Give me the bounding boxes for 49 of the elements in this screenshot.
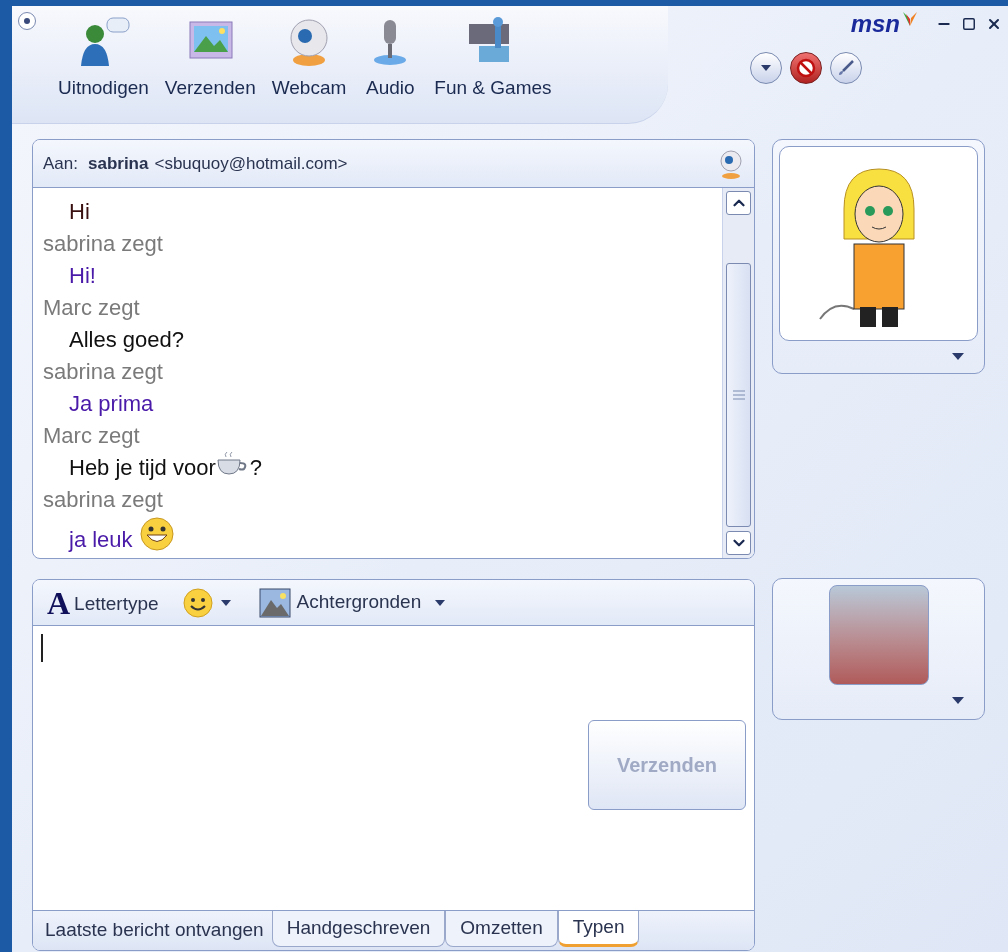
message-text: Ja prima xyxy=(69,390,154,418)
logo-text: msn xyxy=(850,9,900,39)
paintbrush-icon xyxy=(837,59,855,77)
scrollbar[interactable] xyxy=(722,188,754,558)
sender-line: sabrina zegt xyxy=(43,230,164,258)
smiley-icon xyxy=(182,587,213,618)
message-text: Hi xyxy=(69,198,90,226)
dropdown-round-button[interactable] xyxy=(750,52,782,84)
contact-email: <sbuquoy@hotmail.com> xyxy=(154,152,348,175)
sender-line: sabrina zegt xyxy=(43,486,164,514)
tab[interactable]: Handgeschreven xyxy=(271,911,446,947)
paintbrush-round-button[interactable] xyxy=(830,52,862,84)
sender-line: Marc zegt xyxy=(43,422,141,450)
toolbar-button[interactable]: Webcam xyxy=(271,16,347,103)
scroll-down-button[interactable] xyxy=(726,531,751,555)
message-text: ja leuk xyxy=(69,526,134,554)
close-icon[interactable] xyxy=(986,16,1002,32)
menu-icon[interactable] xyxy=(18,12,36,30)
sender-line: Marc zegt xyxy=(43,294,141,322)
font-button[interactable]: A Lettertype xyxy=(47,586,159,619)
toolbar-button[interactable]: Fun & Games xyxy=(434,16,552,103)
to-label: Aan: xyxy=(43,152,78,175)
block-round-button[interactable] xyxy=(790,52,822,84)
grip-icon xyxy=(732,390,745,400)
tab[interactable]: Omzetten xyxy=(445,911,558,947)
toolbar-button[interactable]: Audio xyxy=(362,16,419,103)
backgrounds-button[interactable]: Achtergronden xyxy=(258,587,446,618)
grinning-smiley-icon xyxy=(138,516,175,552)
caret-icon xyxy=(761,65,771,71)
caret-icon[interactable] xyxy=(952,697,964,704)
message-text: Alles goed? xyxy=(69,326,184,354)
sender-line: sabrina zegt xyxy=(43,358,164,386)
message-text: ? xyxy=(249,454,262,482)
caret-icon[interactable] xyxy=(952,353,964,360)
scroll-thumb[interactable] xyxy=(726,263,751,527)
status-text: Laatste bericht ontvangen xyxy=(44,917,265,942)
message-text: Hi! xyxy=(69,262,96,290)
webcam-icon xyxy=(718,148,744,179)
emoticon-button[interactable] xyxy=(182,587,231,618)
caret-icon xyxy=(220,599,231,606)
landscape-picture-icon xyxy=(258,587,291,618)
maximize-icon[interactable] xyxy=(962,17,976,31)
tab[interactable]: Typen xyxy=(557,911,640,947)
message-text: Heb je tijd voor xyxy=(69,454,216,482)
caret-icon xyxy=(435,599,446,606)
toolbar-button[interactable]: Verzenden xyxy=(164,16,256,103)
contact-name: sabrina xyxy=(88,152,149,175)
toolbar-button[interactable]: Uitnodigen xyxy=(58,16,149,103)
scroll-up-button[interactable] xyxy=(726,191,751,215)
